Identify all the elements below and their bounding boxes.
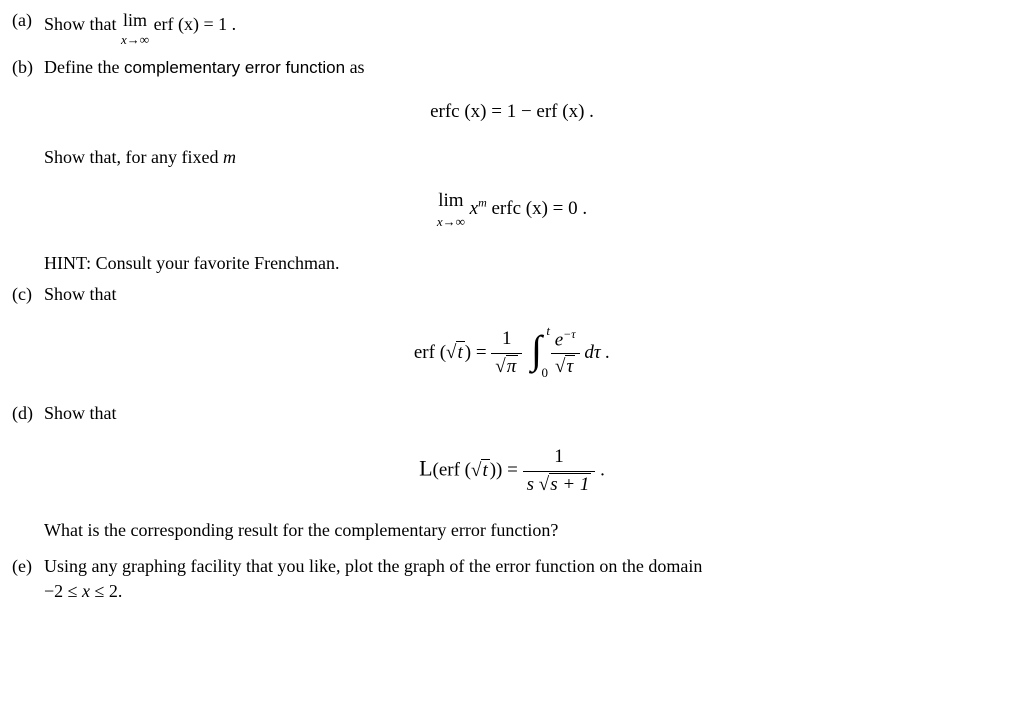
- frac-integrand: e−τ √τ: [551, 326, 580, 382]
- sqrt-tau: √τ: [555, 354, 575, 381]
- den-s: s: [527, 474, 539, 495]
- d-lhs1: (erf (: [433, 460, 472, 481]
- part-b-line2: Show that, for any fixed m: [44, 145, 1012, 170]
- part-b-line1c: as: [345, 57, 365, 77]
- part-b-eq2: lim x→∞ xm erfc (x) = 0 .: [12, 188, 1012, 231]
- part-d-label: (d): [12, 401, 44, 426]
- part-d-question: What is the corresponding result for the…: [44, 518, 1012, 543]
- laplace-L: L: [419, 456, 432, 481]
- sqrt-splus1-radicand: s + 1: [549, 473, 591, 495]
- part-b-label: (b): [12, 55, 44, 80]
- d-lhs2: )) =: [490, 460, 523, 481]
- sqrt-pi: √π: [495, 354, 518, 381]
- part-d-text: Show that: [44, 401, 1012, 426]
- part-b: (b) Define the complementary error funct…: [12, 55, 1012, 80]
- int-upper: t: [546, 322, 550, 340]
- eq2-tail: erfc (x) = 0 .: [487, 198, 587, 219]
- frac-den: s √s + 1: [523, 472, 596, 499]
- part-e-label: (e): [12, 554, 44, 579]
- frac-laplace-result: 1 s √s + 1: [523, 444, 596, 498]
- erf-close: ) =: [465, 342, 492, 363]
- sqrt-tau-radicand: τ: [565, 355, 575, 377]
- part-e-text1: Using any graphing facility that you lik…: [44, 556, 702, 576]
- lim-word: lim: [438, 190, 463, 211]
- part-c-text: Show that: [44, 282, 1012, 307]
- int-lower: 0: [541, 364, 548, 382]
- e-exp: −τ: [563, 327, 575, 341]
- frac-den: √π: [491, 354, 522, 381]
- sqrt-t: √t: [446, 340, 465, 367]
- part-b-m: m: [223, 147, 236, 167]
- part-a-body: Show that lim x→∞ erf (x) = 1 .: [44, 8, 1012, 49]
- eq2-x: x: [470, 198, 478, 219]
- c-eq-tail: dτ .: [584, 342, 610, 363]
- part-d-eq: L(erf (√t)) = 1 s √s + 1 .: [12, 444, 1012, 498]
- frac-1-over-sqrt-pi: 1 √π: [491, 326, 522, 380]
- part-b-line1a: Define the: [44, 57, 124, 77]
- sqrt-t-radicand: t: [481, 459, 489, 481]
- part-a-prefix: Show that: [44, 14, 121, 34]
- part-b-hint: HINT: Consult your favorite Frenchman.: [44, 251, 1012, 276]
- part-c: (c) Show that: [12, 282, 1012, 307]
- lim-sub: x→∞: [437, 213, 465, 231]
- eq2-sup: m: [478, 196, 487, 210]
- part-c-label: (c): [12, 282, 44, 307]
- part-c-eq: erf (√t) = 1 √π t ∫ 0 e−τ √τ dτ .: [12, 326, 1012, 382]
- part-a-label: (a): [12, 8, 44, 33]
- erf-open: erf (: [414, 342, 446, 363]
- sqrt-t-radicand: t: [456, 341, 464, 363]
- part-e-text2c: ≤ 2.: [90, 581, 122, 601]
- limit-symbol: lim x→∞: [437, 188, 465, 231]
- part-a-expr: erf (x) = 1 .: [154, 14, 237, 34]
- sqrt-splus1: √s + 1: [539, 472, 592, 499]
- part-b-line2a: Show that, for any fixed: [44, 147, 223, 167]
- integrand-den: √τ: [551, 354, 580, 381]
- e-base: e: [555, 329, 563, 350]
- part-b-eq1: erfc (x) = 1 − erf (x) .: [12, 99, 1012, 126]
- limit-symbol: lim x→∞: [121, 8, 149, 49]
- frac-num: 1: [491, 326, 522, 354]
- d-eq-tail: .: [600, 460, 605, 481]
- part-b-body: Define the complementary error function …: [44, 55, 1012, 80]
- integral-symbol: t ∫ 0: [531, 334, 542, 372]
- part-e-body: Using any graphing facility that you lik…: [44, 554, 1012, 604]
- part-e: (e) Using any graphing facility that you…: [12, 554, 1012, 604]
- part-a: (a) Show that lim x→∞ erf (x) = 1 .: [12, 8, 1012, 49]
- lim-word: lim: [123, 10, 147, 30]
- int-glyph: ∫: [531, 334, 542, 366]
- part-e-x: x: [82, 581, 90, 601]
- sqrt-pi-radicand: π: [506, 355, 519, 377]
- part-e-text2a: −2 ≤: [44, 581, 82, 601]
- part-d: (d) Show that: [12, 401, 1012, 426]
- lim-sub: x→∞: [121, 31, 149, 49]
- sqrt-t: √t: [471, 458, 490, 485]
- part-b-term: complementary error function: [124, 58, 345, 77]
- integrand-num: e−τ: [551, 326, 580, 355]
- frac-num: 1: [523, 444, 596, 472]
